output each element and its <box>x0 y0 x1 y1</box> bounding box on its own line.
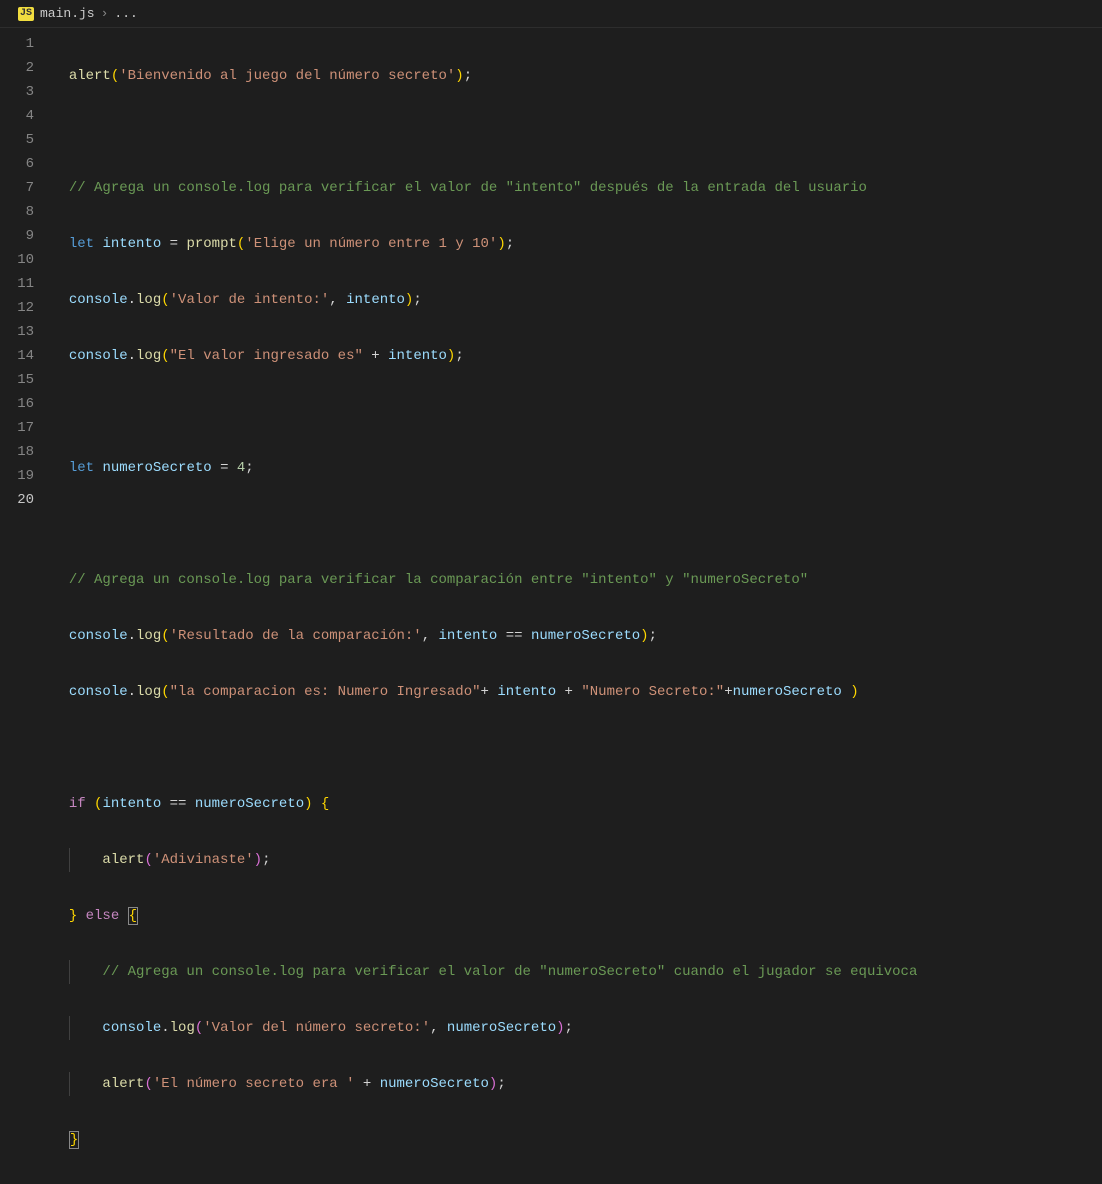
line-number: 20 <box>0 488 34 512</box>
code-line[interactable]: console.log("la comparacion es: Numero I… <box>52 680 1102 704</box>
line-number: 10 <box>0 248 34 272</box>
code-line[interactable]: console.log('Resultado de la comparación… <box>52 624 1102 648</box>
line-number: 1 <box>0 32 34 56</box>
js-file-icon: JS <box>18 7 34 21</box>
line-number: 7 <box>0 176 34 200</box>
code-line[interactable]: alert('Adivinaste'); <box>52 848 1102 872</box>
line-number-gutter: 1 2 3 4 5 6 7 8 9 10 11 12 13 14 15 16 1… <box>0 32 52 1184</box>
line-number: 8 <box>0 200 34 224</box>
code-line[interactable]: if (intento == numeroSecreto) { <box>52 792 1102 816</box>
code-line[interactable]: console.log('Valor del número secreto:',… <box>52 1016 1102 1040</box>
code-line[interactable]: alert('Bienvenido al juego del número se… <box>52 64 1102 88</box>
line-number: 17 <box>0 416 34 440</box>
line-number: 4 <box>0 104 34 128</box>
code-line[interactable]: let numeroSecreto = 4; <box>52 456 1102 480</box>
line-number: 2 <box>0 56 34 80</box>
code-line[interactable]: let intento = prompt('Elige un número en… <box>52 232 1102 256</box>
code-line[interactable]: // Agrega un console.log para verificar … <box>52 960 1102 984</box>
code-line[interactable] <box>52 400 1102 424</box>
line-number: 13 <box>0 320 34 344</box>
code-line[interactable]: // Agrega un console.log para verificar … <box>52 568 1102 592</box>
line-number: 3 <box>0 80 34 104</box>
code-line[interactable]: } else { <box>52 904 1102 928</box>
code-editor[interactable]: 1 2 3 4 5 6 7 8 9 10 11 12 13 14 15 16 1… <box>0 28 1102 1184</box>
line-number: 14 <box>0 344 34 368</box>
code-line[interactable]: console.log("El valor ingresado es" + in… <box>52 344 1102 368</box>
breadcrumb-context[interactable]: ... <box>114 6 137 21</box>
code-line[interactable]: console.log('Valor de intento:', intento… <box>52 288 1102 312</box>
line-number: 6 <box>0 152 34 176</box>
line-number: 18 <box>0 440 34 464</box>
code-line[interactable] <box>52 736 1102 760</box>
line-number: 12 <box>0 296 34 320</box>
line-number: 5 <box>0 128 34 152</box>
code-area[interactable]: alert('Bienvenido al juego del número se… <box>52 32 1102 1184</box>
breadcrumb[interactable]: JS main.js › ... <box>0 0 1102 28</box>
breadcrumb-filename[interactable]: main.js <box>40 6 95 21</box>
code-line[interactable] <box>52 512 1102 536</box>
code-line[interactable]: } <box>52 1128 1102 1152</box>
breadcrumb-separator: › <box>101 6 109 21</box>
line-number: 19 <box>0 464 34 488</box>
line-number: 9 <box>0 224 34 248</box>
code-line[interactable]: alert('El número secreto era ' + numeroS… <box>52 1072 1102 1096</box>
line-number: 16 <box>0 392 34 416</box>
line-number: 11 <box>0 272 34 296</box>
line-number: 15 <box>0 368 34 392</box>
code-line[interactable]: // Agrega un console.log para verificar … <box>52 176 1102 200</box>
code-line[interactable] <box>52 120 1102 144</box>
